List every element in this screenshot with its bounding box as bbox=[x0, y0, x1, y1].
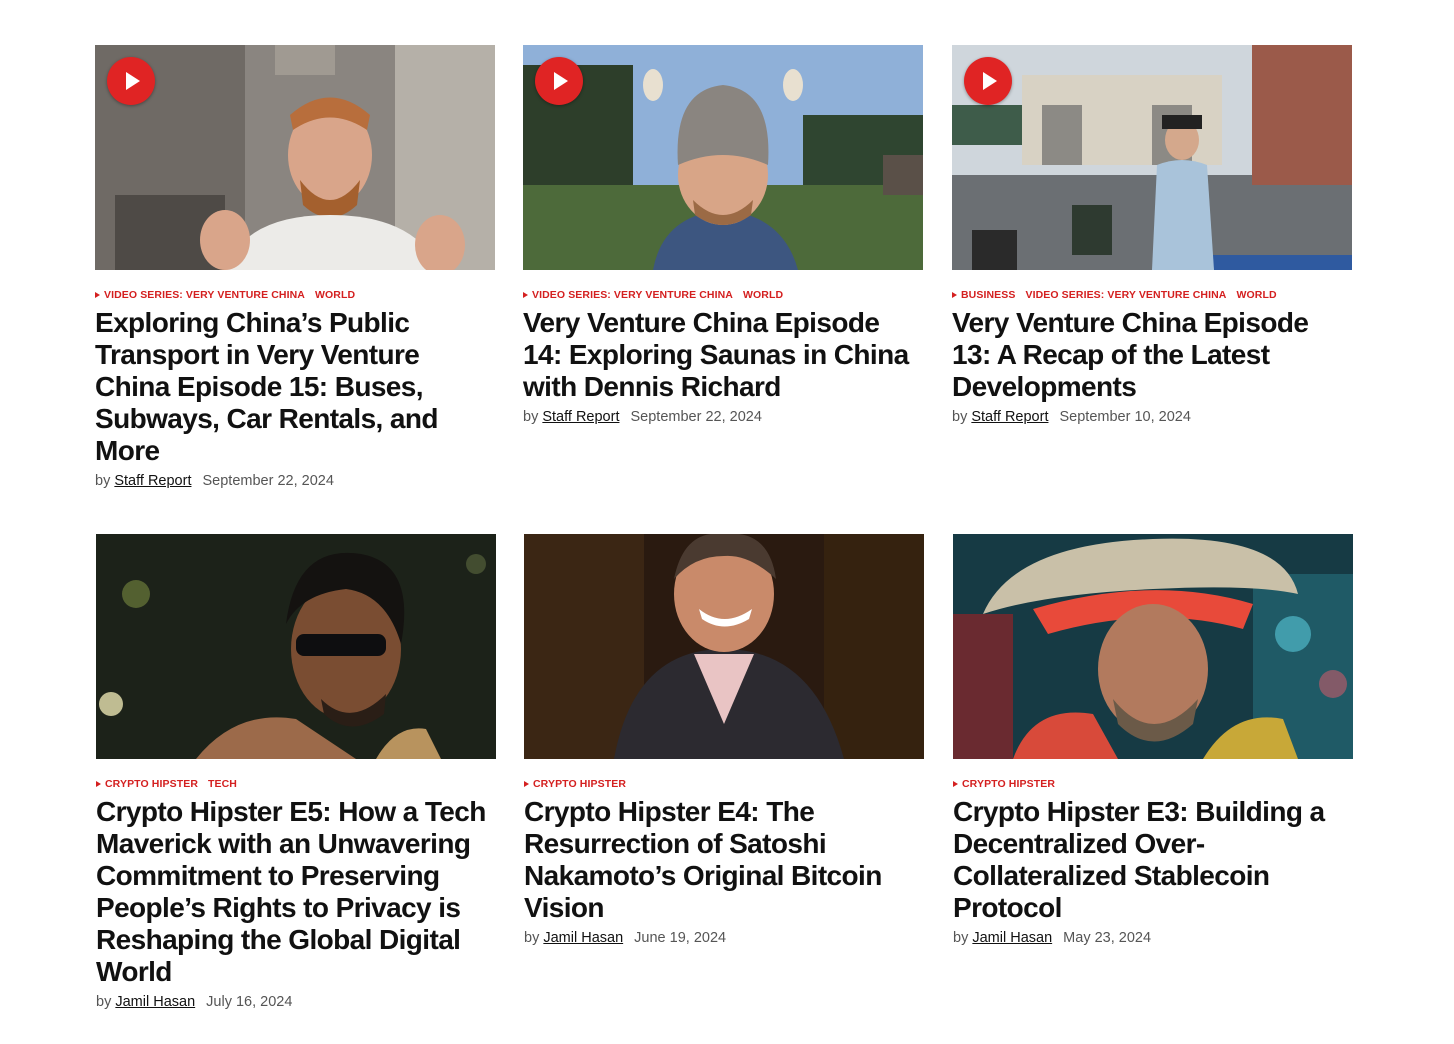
article-thumbnail[interactable] bbox=[96, 534, 496, 759]
category-list: CRYPTO HIPSTER bbox=[524, 777, 924, 791]
thumbnail-image bbox=[952, 45, 1352, 270]
play-icon[interactable] bbox=[964, 57, 1012, 105]
category-link[interactable]: VIDEO SERIES: VERY VENTURE CHINA bbox=[1025, 289, 1226, 301]
by-label: by bbox=[523, 409, 539, 425]
article-card: VIDEO SERIES: VERY VENTURE CHINA WORLD E… bbox=[95, 45, 495, 489]
article-thumbnail[interactable] bbox=[953, 534, 1353, 759]
category-link[interactable]: WORLD bbox=[743, 289, 783, 301]
category-link[interactable]: WORLD bbox=[1236, 289, 1276, 301]
category-link[interactable]: VIDEO SERIES: VERY VENTURE CHINA bbox=[104, 289, 305, 301]
category-list: BUSINESS VIDEO SERIES: VERY VENTURE CHIN… bbox=[952, 288, 1352, 302]
by-label: by bbox=[524, 930, 540, 946]
category-link[interactable]: CRYPTO HIPSTER bbox=[105, 778, 198, 790]
thumbnail-image bbox=[96, 534, 496, 759]
article-card: CRYPTO HIPSTER Crypto Hipster E3: Buildi… bbox=[953, 534, 1353, 946]
thumbnail-image bbox=[95, 45, 495, 270]
category-list: VIDEO SERIES: VERY VENTURE CHINA WORLD bbox=[95, 288, 495, 302]
category-link[interactable]: CRYPTO HIPSTER bbox=[962, 778, 1055, 790]
article-date: May 23, 2024 bbox=[1063, 930, 1152, 946]
category-link[interactable]: VIDEO SERIES: VERY VENTURE CHINA bbox=[532, 289, 733, 301]
article-card: CRYPTO HIPSTER TECH Crypto Hipster E5: H… bbox=[96, 534, 496, 1010]
category-list: CRYPTO HIPSTER bbox=[953, 777, 1353, 791]
article-title[interactable]: Exploring China’s Public Transport in Ve… bbox=[95, 307, 495, 467]
category-marker-icon bbox=[524, 781, 529, 787]
article-meta: by Jamil Hasan June 19, 2024 bbox=[524, 930, 924, 946]
article-thumbnail[interactable] bbox=[524, 534, 924, 759]
article-date: June 19, 2024 bbox=[634, 930, 727, 946]
by-label: by bbox=[952, 409, 968, 425]
thumbnail-image bbox=[524, 534, 924, 759]
article-meta: by Staff Report September 22, 2024 bbox=[523, 409, 923, 425]
article-meta: by Staff Report September 22, 2024 bbox=[95, 473, 495, 489]
article-card: BUSINESS VIDEO SERIES: VERY VENTURE CHIN… bbox=[952, 45, 1352, 425]
category-list: CRYPTO HIPSTER TECH bbox=[96, 777, 496, 791]
play-icon[interactable] bbox=[107, 57, 155, 105]
by-label: by bbox=[953, 930, 969, 946]
article-title[interactable]: Very Venture China Episode 14: Exploring… bbox=[523, 307, 923, 403]
play-icon[interactable] bbox=[535, 57, 583, 105]
category-link[interactable]: BUSINESS bbox=[961, 289, 1015, 301]
article-title[interactable]: Very Venture China Episode 13: A Recap o… bbox=[952, 307, 1352, 403]
article-title[interactable]: Crypto Hipster E5: How a Tech Maverick w… bbox=[96, 796, 496, 988]
by-label: by bbox=[95, 473, 111, 489]
by-label: by bbox=[96, 994, 112, 1010]
category-marker-icon bbox=[953, 781, 958, 787]
article-thumbnail[interactable] bbox=[952, 45, 1352, 270]
article-thumbnail[interactable] bbox=[523, 45, 923, 270]
article-meta: by Jamil Hasan May 23, 2024 bbox=[953, 930, 1353, 946]
category-marker-icon bbox=[95, 292, 100, 298]
category-marker-icon bbox=[952, 292, 957, 298]
author-link[interactable]: Jamil Hasan bbox=[972, 930, 1052, 946]
article-date: September 22, 2024 bbox=[630, 409, 762, 425]
category-list: VIDEO SERIES: VERY VENTURE CHINA WORLD bbox=[523, 288, 923, 302]
author-link[interactable]: Jamil Hasan bbox=[543, 930, 623, 946]
category-link[interactable]: WORLD bbox=[315, 289, 355, 301]
thumbnail-image bbox=[523, 45, 923, 270]
author-link[interactable]: Staff Report bbox=[114, 473, 191, 489]
article-date: September 10, 2024 bbox=[1059, 409, 1191, 425]
category-marker-icon bbox=[96, 781, 101, 787]
category-link[interactable]: TECH bbox=[208, 778, 237, 790]
article-card: VIDEO SERIES: VERY VENTURE CHINA WORLD V… bbox=[523, 45, 923, 425]
author-link[interactable]: Jamil Hasan bbox=[115, 994, 195, 1010]
article-date: July 16, 2024 bbox=[206, 994, 293, 1010]
thumbnail-image bbox=[953, 534, 1353, 759]
article-title[interactable]: Crypto Hipster E3: Building a Decentrali… bbox=[953, 796, 1353, 924]
author-link[interactable]: Staff Report bbox=[971, 409, 1048, 425]
article-meta: by Staff Report September 10, 2024 bbox=[952, 409, 1352, 425]
article-title[interactable]: Crypto Hipster E4: The Resurrection of S… bbox=[524, 796, 924, 924]
category-link[interactable]: CRYPTO HIPSTER bbox=[533, 778, 626, 790]
article-thumbnail[interactable] bbox=[95, 45, 495, 270]
author-link[interactable]: Staff Report bbox=[542, 409, 619, 425]
category-marker-icon bbox=[523, 292, 528, 298]
article-date: September 22, 2024 bbox=[202, 473, 334, 489]
article-card: CRYPTO HIPSTER Crypto Hipster E4: The Re… bbox=[524, 534, 924, 946]
article-meta: by Jamil Hasan July 16, 2024 bbox=[96, 994, 496, 1010]
